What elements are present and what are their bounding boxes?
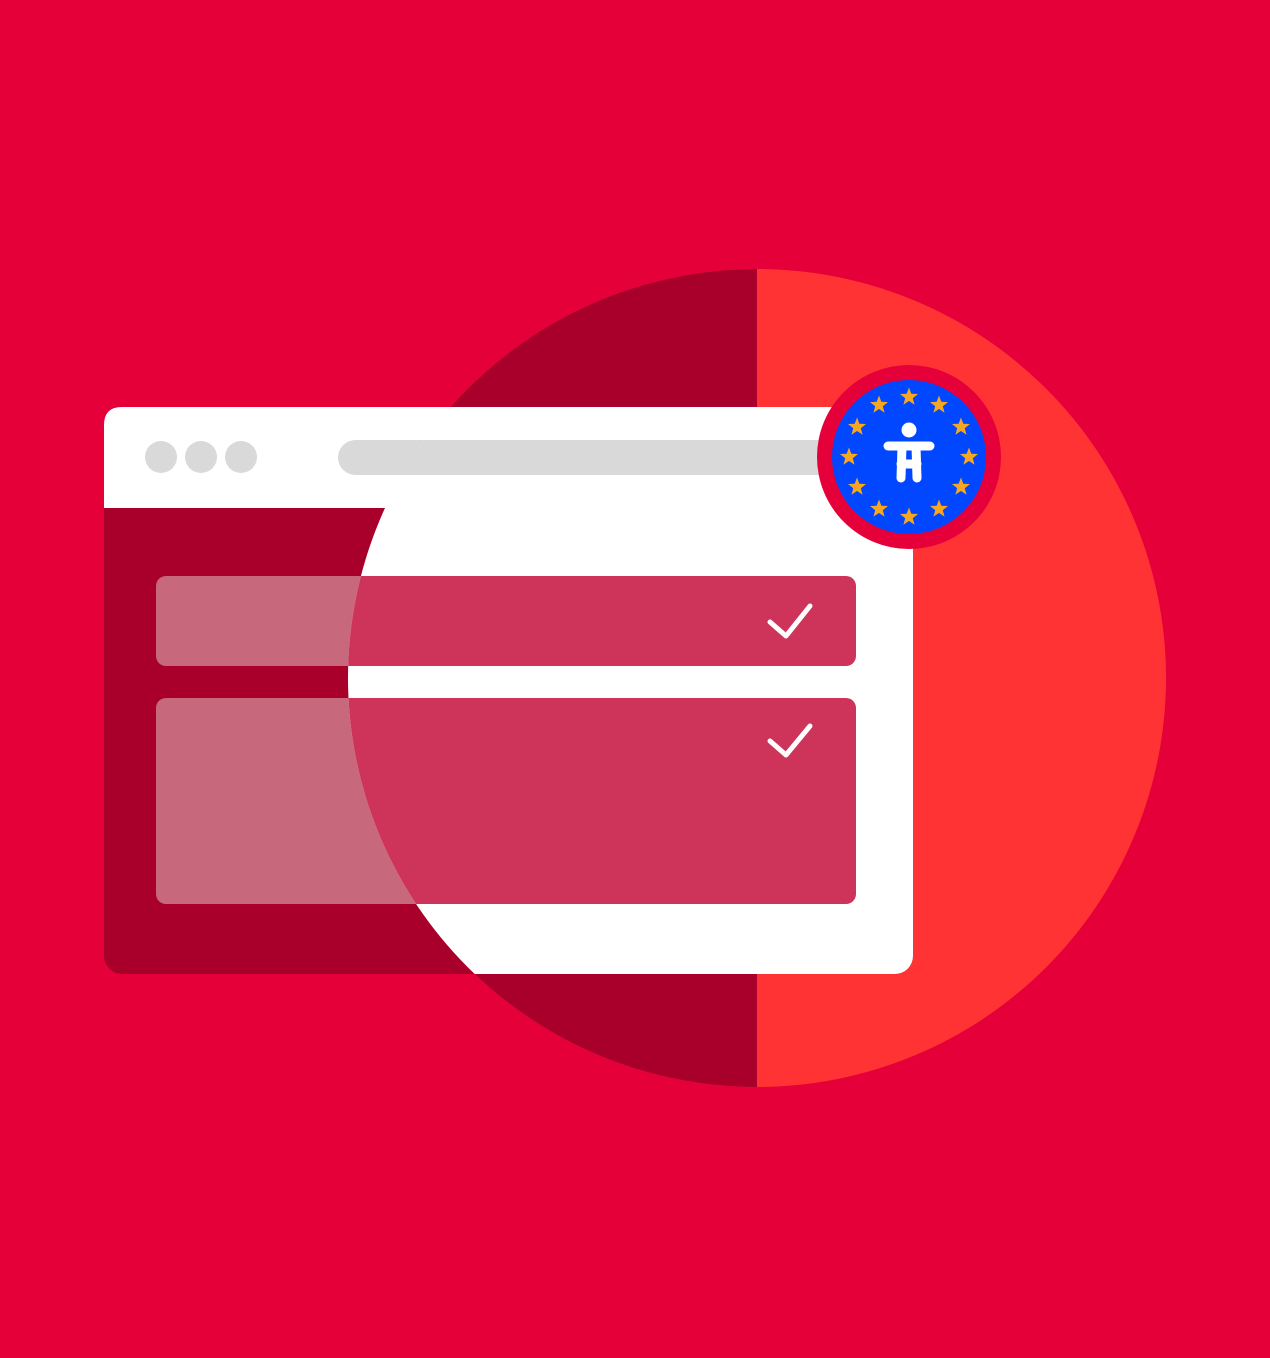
illustration-canvas	[0, 0, 1270, 1358]
accessibility-illustration	[0, 0, 1270, 1358]
window-dot	[145, 441, 177, 473]
window-dot	[185, 441, 217, 473]
eu-accessibility-badge-icon	[817, 365, 1001, 549]
window-dot	[225, 441, 257, 473]
